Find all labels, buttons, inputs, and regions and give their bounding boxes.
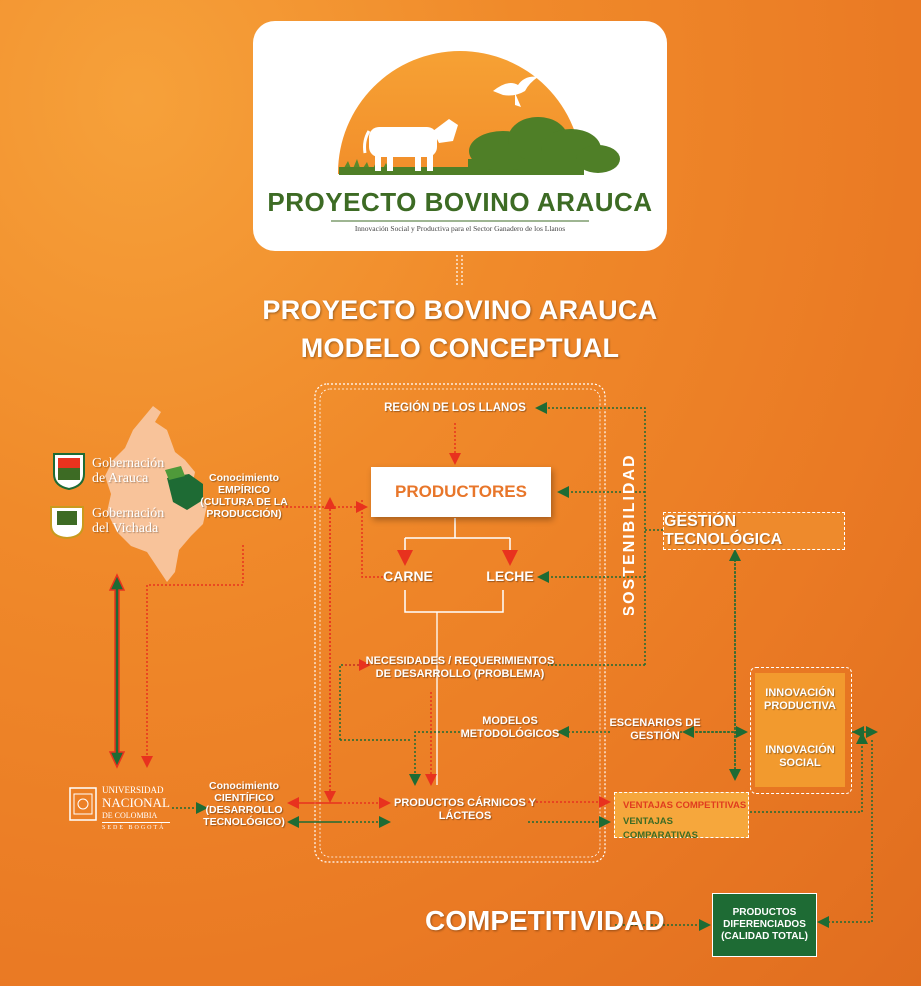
cientifico-line3: (DESARROLLO — [205, 804, 283, 817]
double-arrow-icon — [108, 573, 126, 769]
escenarios-line1: ESCENARIOS DE — [609, 717, 701, 729]
gestion-tecnologica-box: GESTIÓN TECNOLÓGICA — [663, 512, 845, 550]
innov-prod-line1: INNOVACIÓN — [765, 687, 835, 699]
innov-prod-line2: PRODUCTIVA — [764, 699, 836, 712]
productos-line1: PRODUCTOS CÁRNICOS Y — [393, 797, 536, 809]
innov-soc-line1: INNOVACIÓN — [765, 744, 835, 756]
necesidades-label: NECESIDADES / REQUERIMIENTOS DE DESARROL… — [360, 655, 560, 680]
productos-label: PRODUCTOS CÁRNICOS Y LÁCTEOS — [385, 797, 545, 822]
innov-soc-line2: SOCIAL — [779, 756, 821, 769]
modelos-line1: MODELOS — [482, 715, 538, 727]
ventajas-box: VENTAJAS COMPETITIVAS VENTAJAS COMPARATI… — [614, 792, 749, 841]
cientifico-line2: CIENTÍFICO — [214, 792, 274, 805]
empirico-line1: Conocimiento — [209, 472, 279, 484]
productos-diferenciados-box: PRODUCTOS DIFERENCIADOS (CALIDAD TOTAL) — [712, 893, 817, 957]
carne-label: CARNE — [383, 568, 433, 584]
productos-line2: LÁCTEOS — [438, 809, 492, 822]
productores-box: PRODUCTORES — [371, 467, 551, 517]
modelos-label: MODELOS METODOLÓGICOS — [460, 715, 560, 740]
competitividad-label: COMPETITIVIDAD — [425, 905, 665, 936]
leche-label: LECHE — [486, 568, 534, 584]
modelos-line2: METODOLÓGICOS — [460, 727, 560, 740]
cientifico-line1: Conocimiento — [209, 780, 279, 792]
diferenciados-line3: (CALIDAD TOTAL) — [721, 931, 808, 942]
cientifico-line4: TECNOLÓGICO) — [203, 816, 285, 829]
central-frame — [314, 383, 606, 863]
sostenibilidad-text: SOSTENIBILIDAD — [621, 455, 638, 615]
conocimiento-empirico-label: Conocimiento EMPÍRICO (CULTURA DE LA PRO… — [200, 472, 288, 520]
necesidades-line1: NECESIDADES / REQUERIMIENTOS — [365, 655, 555, 667]
diferenciados-line1: PRODUCTOS — [732, 907, 797, 918]
region-llanos-label: REGIÓN DE LOS LLANOS — [384, 402, 526, 414]
sostenibilidad-label: SOSTENIBILIDAD — [621, 455, 638, 615]
empirico-line3: (CULTURA DE LA — [200, 496, 288, 509]
empirico-line4: PRODUCCIÓN) — [206, 508, 282, 521]
ventajas-competitivas: VENTAJAS COMPETITIVAS — [623, 800, 747, 811]
escenarios-label: ESCENARIOS DE GESTIÓN — [605, 717, 705, 742]
diferenciados-line2: DIFERENCIADOS — [723, 919, 806, 930]
escenarios-line2: GESTIÓN — [630, 729, 680, 742]
concept-map-page: PROYECTO BOVINO ARAUCA Innovación Social… — [0, 0, 921, 986]
conocimiento-cientifico-label: Conocimiento CIENTÍFICO (DESARROLLO TECN… — [202, 780, 286, 828]
empirico-line2: EMPÍRICO — [218, 484, 270, 497]
necesidades-line2: DE DESARROLLO (PROBLEMA) — [375, 667, 545, 680]
innovacion-productiva-label: INNOVACIÓN PRODUCTIVA — [755, 687, 845, 712]
innovacion-social-label: INNOVACIÓN SOCIAL — [755, 744, 845, 769]
ventajas-comparativas: VENTAJAS COMPARATIVAS — [623, 816, 698, 841]
